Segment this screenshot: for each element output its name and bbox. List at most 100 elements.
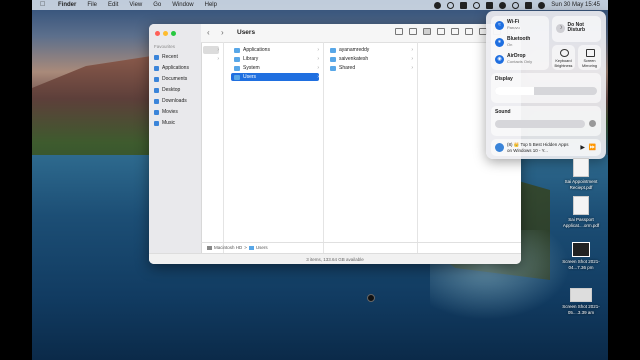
menu-view[interactable]: View — [129, 2, 142, 8]
pdf-file-icon — [573, 158, 589, 177]
menu-bar:  Finder File Edit View Go Window Help S… — [32, 0, 608, 10]
wifi-network: Paruvu — [507, 25, 520, 30]
list-item[interactable]: › — [203, 46, 219, 54]
desktop-file-label: Sai Passport Applicat....orm.pdf — [562, 217, 600, 228]
list-item[interactable]: › — [203, 55, 219, 63]
wifi-toggle[interactable]: ≈ Wi-Fi Paruvu — [495, 20, 520, 30]
sidebar-item-applications[interactable]: Applications — [154, 65, 189, 71]
sidebar-item-documents[interactable]: Documents — [154, 76, 187, 82]
record-icon[interactable] — [434, 1, 442, 9]
battery-icon[interactable] — [486, 1, 494, 9]
back-icon[interactable]: ‹ — [207, 28, 210, 37]
image-thumbnail-icon — [570, 288, 592, 302]
close-button[interactable] — [155, 31, 160, 36]
display-module: Display — [491, 73, 601, 103]
sync-icon[interactable] — [473, 1, 481, 9]
desktop-file-label: Screen Shot 2021-04...7.36 pm — [562, 259, 600, 270]
siri-icon[interactable] — [538, 1, 546, 9]
list-item[interactable]: ayanamreddy › — [327, 46, 413, 54]
clock-icon — [154, 54, 159, 60]
audio-output-icon[interactable] — [589, 120, 596, 127]
list-item[interactable]: Library › — [231, 55, 319, 63]
airdrop-status: Contacts Only — [507, 59, 533, 64]
desktop-screenshot[interactable]: Screen Shot 2021-05....3.39 am — [557, 288, 605, 315]
item-label: ayanamreddy — [339, 47, 370, 53]
menu-help[interactable]: Help — [205, 2, 217, 8]
item-label: Users — [243, 74, 257, 80]
apple-menu-icon[interactable]:  — [40, 1, 48, 9]
group-icon[interactable] — [451, 28, 459, 35]
sidebar-item-recent[interactable]: Recent — [154, 54, 178, 60]
screen-record-icon[interactable] — [447, 1, 455, 9]
left-letterbox — [0, 0, 32, 360]
sidebar-item-desktop[interactable]: Desktop — [154, 87, 180, 93]
item-label: Applications — [243, 47, 270, 53]
folder-icon — [234, 47, 240, 53]
menu-app-finder[interactable]: Finder — [58, 2, 76, 8]
sidebar-item-label: Recent — [162, 54, 178, 60]
column-browser: › › Applications › Library › System › Users… — [201, 42, 521, 254]
control-center-icon[interactable] — [525, 1, 533, 9]
desktop-screenshot[interactable]: Screen Shot 2021-04...7.36 pm — [557, 242, 605, 270]
icon-view-icon[interactable] — [395, 28, 403, 35]
finder-toolbar: ‹ › Users — [201, 24, 521, 43]
desktop-file-label: Screen Shot 2021-05....3.39 am — [562, 304, 600, 315]
bluetooth-icon: ∗ — [495, 37, 504, 47]
gallery-view-icon[interactable] — [437, 28, 445, 35]
keyboard-brightness-button[interactable]: Keyboard Brightness — [552, 45, 575, 70]
sidebar-item-label: Applications — [162, 65, 189, 71]
sidebar-item-movies[interactable]: Movies — [154, 109, 178, 115]
display-brightness-slider[interactable] — [495, 87, 597, 95]
sidebar-item-downloads[interactable]: Downloads — [154, 98, 187, 104]
play-icon[interactable]: ▶ — [580, 144, 585, 151]
next-track-icon[interactable]: ⏩ — [589, 144, 596, 151]
sidebar-heading: Favourites — [154, 44, 176, 49]
keyboard-brightness-label: Keyboard Brightness — [554, 59, 573, 68]
column-root: › › — [201, 42, 224, 254]
sidebar-item-label: Movies — [162, 109, 178, 115]
search-icon[interactable] — [512, 1, 520, 9]
zoom-button[interactable] — [171, 31, 176, 36]
sidebar-item-music[interactable]: Music — [154, 120, 175, 126]
column-users: ayanamreddy › saivenkatesh › Shared › — [325, 42, 418, 254]
screen-mirroring-button[interactable]: Screen Mirroring — [578, 45, 601, 70]
menu-file[interactable]: File — [87, 2, 97, 8]
volume-slider[interactable] — [495, 120, 585, 128]
desktop-file-pdf[interactable]: Sai Passport Applicat....orm.pdf — [557, 196, 605, 228]
bluetooth-status: On — [507, 42, 513, 47]
folder-icon — [234, 74, 240, 80]
window-title: Users — [237, 29, 256, 36]
list-item[interactable]: System › — [231, 64, 319, 72]
path-bar: Macintosh HD > Users — [201, 242, 521, 252]
list-item[interactable]: saivenkatesh › — [327, 55, 413, 63]
display-icon[interactable] — [460, 1, 468, 9]
list-item-selected[interactable]: Users › — [231, 73, 319, 81]
airdrop-toggle[interactable]: ◉ AirDrop Contacts Only — [495, 54, 532, 64]
folder-icon — [248, 245, 254, 250]
path-item-disk[interactable]: Macintosh HD — [214, 245, 242, 250]
keyboard-brightness-icon — [560, 49, 569, 57]
list-view-icon[interactable] — [409, 28, 417, 35]
bluetooth-toggle[interactable]: ∗ Bluetooth On — [495, 37, 530, 47]
desktop-file-pdf[interactable]: Sai Appointment Reciept.pdf — [557, 158, 605, 190]
do-not-disturb-toggle[interactable]: ☽ Do Not Disturb — [552, 16, 601, 42]
menu-clock[interactable]: Sun 30 May 15:45 — [551, 2, 600, 8]
menu-window[interactable]: Window — [172, 2, 193, 8]
menu-go[interactable]: Go — [153, 2, 161, 8]
list-item[interactable]: Applications › — [231, 46, 319, 54]
item-label: Shared — [339, 65, 356, 71]
movie-icon — [154, 109, 159, 115]
wifi-icon[interactable] — [499, 1, 507, 9]
airdrop-icon: ◉ — [495, 54, 504, 64]
download-icon — [154, 98, 159, 104]
browser-icon — [495, 143, 504, 152]
menu-edit[interactable]: Edit — [108, 2, 118, 8]
path-item-users[interactable]: Users — [256, 245, 268, 250]
minimize-button[interactable] — [163, 31, 168, 36]
forward-icon[interactable]: › — [221, 28, 224, 37]
column-view-icon[interactable] — [423, 28, 431, 35]
list-item[interactable]: Shared › — [327, 64, 413, 72]
sound-label: Sound — [495, 109, 511, 115]
share-icon[interactable] — [465, 28, 473, 35]
now-playing-title: (8) 👑 Top 5 Best Hidden Apps on Windows … — [507, 142, 569, 153]
